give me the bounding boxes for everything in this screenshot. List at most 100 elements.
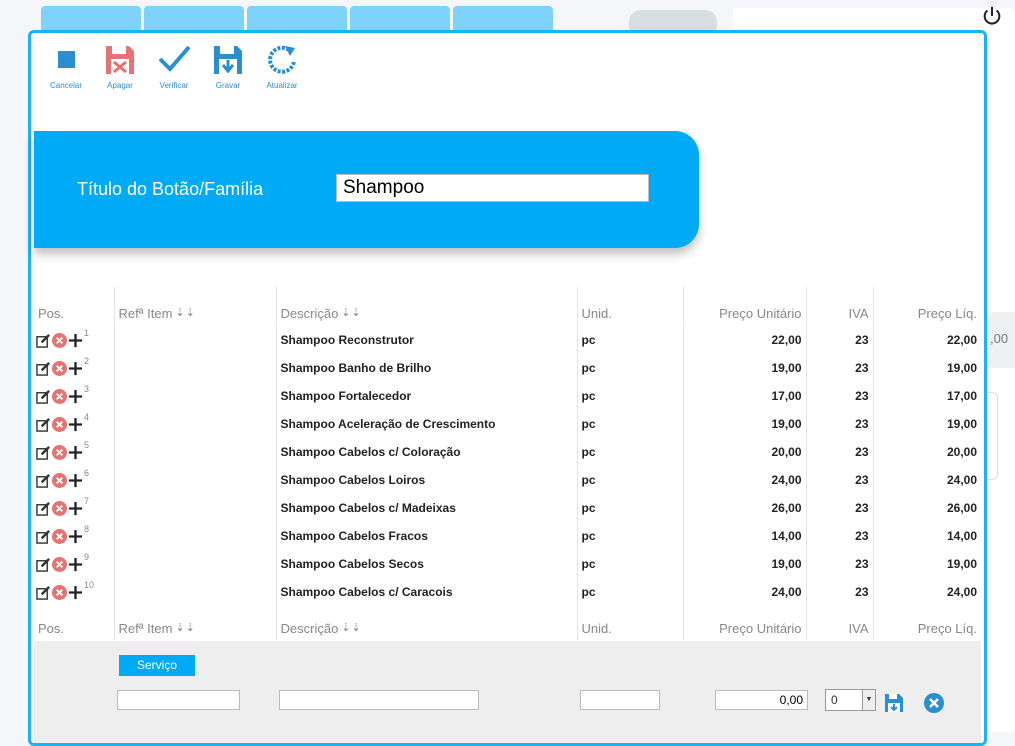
save-button[interactable]: Gravar — [201, 43, 255, 90]
row-action-icons — [36, 332, 84, 348]
row-unit: pc — [577, 550, 684, 578]
delete-icon[interactable] — [52, 500, 67, 516]
row-description: Shampoo Cabelos c/ Coloração — [276, 438, 578, 466]
edit-icon[interactable] — [36, 557, 51, 572]
sort-icon[interactable]: ⇣⇣ — [175, 307, 195, 319]
delete-icon[interactable] — [52, 472, 67, 488]
row-net-price: 17,00 — [946, 389, 977, 403]
row-description: Shampoo Reconstrutor — [276, 326, 578, 354]
edit-icon[interactable] — [36, 333, 51, 348]
table-row[interactable]: 9 Shampoo Cabelos Secos pc 19,00 23 19,00 — [34, 550, 981, 578]
refresh-label: Atualizar — [266, 81, 298, 90]
family-editor-modal: Cancelar Apagar Verificar Gravar Atualiz… — [28, 30, 987, 746]
refresh-icon — [268, 45, 296, 74]
add-icon[interactable] — [68, 417, 83, 432]
edit-icon[interactable] — [36, 445, 51, 460]
edit-icon[interactable] — [36, 473, 51, 488]
save-icon — [214, 46, 242, 74]
edit-icon[interactable] — [36, 585, 51, 600]
table-row[interactable]: 1 Shampoo Reconstrutor pc 22,00 23 22,00 — [34, 326, 981, 354]
col-ref[interactable]: Refª Item ⇣⇣ — [114, 287, 277, 325]
delete-icon[interactable] — [52, 584, 67, 600]
add-icon[interactable] — [68, 445, 83, 460]
row-position: 5 — [84, 440, 90, 451]
edit-icon[interactable] — [36, 361, 51, 376]
row-unit-price: 26,00 — [683, 494, 807, 522]
price-input[interactable] — [715, 690, 808, 710]
refresh-button[interactable]: Atualizar — [255, 43, 309, 90]
row-actions: 9 — [34, 550, 115, 578]
delete-icon[interactable] — [52, 332, 67, 348]
delete-icon[interactable] — [52, 444, 67, 460]
add-icon[interactable] — [68, 557, 83, 572]
add-icon[interactable] — [68, 333, 83, 348]
table-row[interactable]: 3 Shampoo Fortalecedor pc 17,00 23 17,00 — [34, 382, 981, 410]
delete-button[interactable]: Apagar — [93, 43, 147, 90]
row-unit: pc — [577, 466, 684, 494]
col-pos: Pos. — [34, 602, 115, 640]
row-unit: pc — [577, 494, 684, 522]
save-row-icon[interactable] — [884, 693, 904, 713]
col-unit-price: Preço Unitário — [683, 602, 807, 640]
add-icon[interactable] — [68, 529, 83, 544]
unit-input[interactable] — [580, 690, 660, 710]
add-icon[interactable] — [68, 361, 83, 376]
delete-icon[interactable] — [52, 388, 67, 404]
service-button[interactable]: Serviço — [119, 655, 195, 676]
delete-icon[interactable] — [52, 360, 67, 376]
row-net-price: 19,00 — [946, 557, 977, 571]
col-desc[interactable]: Descrição ⇣⇣ — [276, 602, 578, 640]
sort-icon[interactable]: ⇣⇣ — [341, 622, 361, 634]
add-icon[interactable] — [68, 473, 83, 488]
edit-icon[interactable] — [36, 389, 51, 404]
row-description: Shampoo Fortalecedor — [276, 382, 578, 410]
table-footer-header: Pos. Refª Item ⇣⇣ Descrição ⇣⇣ Unid. Preço… — [34, 602, 981, 640]
table-row[interactable]: 7 Shampoo Cabelos c/ Madeixas pc 26,00 23 26,… — [34, 494, 981, 522]
row-action-icons — [36, 444, 84, 460]
iva-select[interactable]: 0 ▼ — [825, 689, 876, 711]
family-title-input[interactable] — [336, 174, 649, 202]
power-icon[interactable] — [981, 5, 1003, 27]
row-actions: 5 — [34, 438, 115, 466]
table-row[interactable]: 5 Shampoo Cabelos c/ Coloração pc 20,00 23 20… — [34, 438, 981, 466]
add-icon[interactable] — [68, 585, 83, 600]
row-net-price: 19,00 — [946, 417, 977, 431]
delete-icon[interactable] — [52, 528, 67, 544]
row-net-price: 24,00 — [946, 473, 977, 487]
row-iva: 23 — [806, 382, 874, 410]
sort-icon[interactable]: ⇣⇣ — [175, 622, 195, 634]
delete-icon[interactable] — [52, 556, 67, 572]
col-net-price: Preço Líq. — [917, 306, 977, 321]
new-item-row: Serviço 0 ▼ — [34, 641, 981, 743]
row-iva: 23 — [806, 550, 874, 578]
sort-icon[interactable]: ⇣⇣ — [341, 307, 361, 319]
description-input[interactable] — [279, 690, 479, 710]
edit-icon[interactable] — [36, 501, 51, 516]
cancel-button[interactable]: Cancelar — [39, 43, 93, 90]
table-row[interactable]: 2 Shampoo Banho de Brilho pc 19,00 23 19,00 — [34, 354, 981, 382]
col-unit: Unid. — [577, 602, 684, 640]
verify-button[interactable]: Verificar — [147, 43, 201, 90]
row-action-icons — [36, 388, 84, 404]
add-icon[interactable] — [68, 389, 83, 404]
row-position: 8 — [84, 524, 90, 535]
remove-row-icon[interactable] — [924, 693, 944, 713]
edit-icon[interactable] — [36, 417, 51, 432]
row-unit-price: 19,00 — [683, 354, 807, 382]
table-row[interactable]: 8 Shampoo Cabelos Fracos pc 14,00 23 14,00 — [34, 522, 981, 550]
col-desc[interactable]: Descrição ⇣⇣ — [276, 287, 578, 325]
table-row[interactable]: 6 Shampoo Cabelos Loiros pc 24,00 23 24,00 — [34, 466, 981, 494]
ref-input[interactable] — [117, 690, 240, 710]
row-net-price: 20,00 — [946, 445, 977, 459]
delete-disk-icon — [106, 46, 134, 74]
col-ref[interactable]: Refª Item ⇣⇣ — [114, 602, 277, 640]
row-unit: pc — [577, 522, 684, 550]
table-row[interactable]: 4 Shampoo Aceleração de Crescimento pc 19,0… — [34, 410, 981, 438]
row-actions: 4 — [34, 410, 115, 438]
row-unit-price: 20,00 — [683, 438, 807, 466]
delete-label: Apagar — [107, 81, 133, 90]
edit-icon[interactable] — [36, 529, 51, 544]
row-iva: 23 — [806, 522, 874, 550]
add-icon[interactable] — [68, 501, 83, 516]
delete-icon[interactable] — [52, 416, 67, 432]
